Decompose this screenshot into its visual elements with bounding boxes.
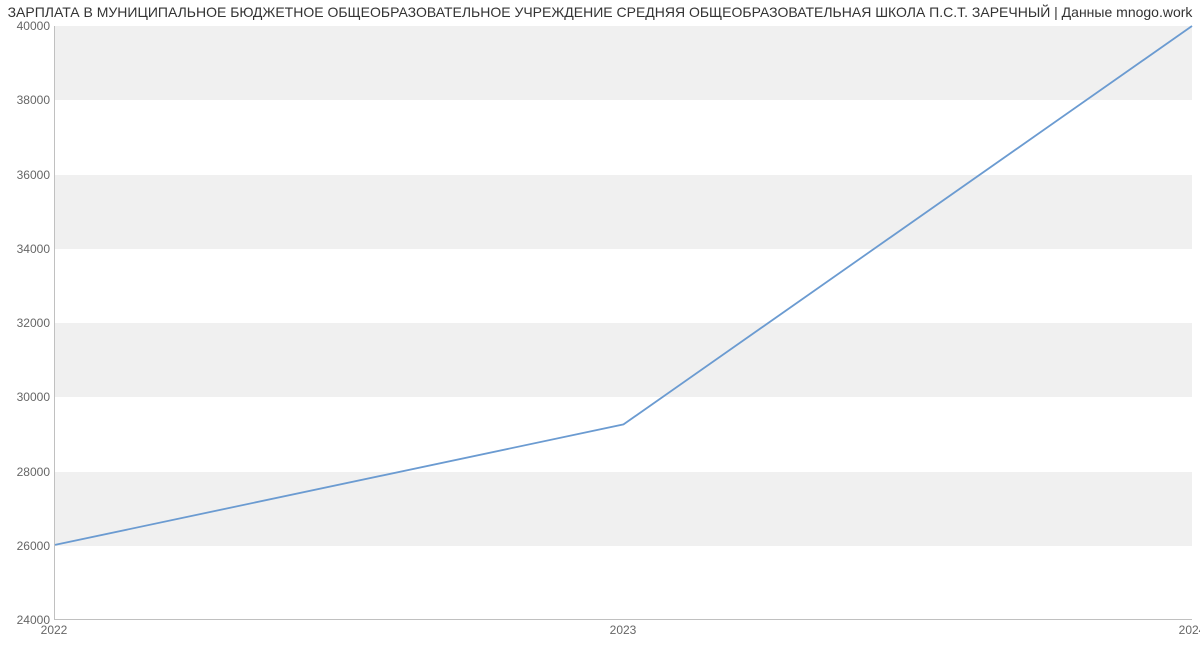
y-tick-label: 28000 — [6, 465, 50, 479]
y-tick-label: 30000 — [6, 390, 50, 404]
chart-title: ЗАРПЛАТА В МУНИЦИПАЛЬНОЕ БЮДЖЕТНОЕ ОБЩЕО… — [0, 4, 1200, 20]
x-tick-label: 2024 — [1179, 623, 1200, 637]
y-tick-label: 32000 — [6, 316, 50, 330]
line-layer — [55, 26, 1192, 619]
y-tick-label: 40000 — [6, 19, 50, 33]
y-tick-label: 38000 — [6, 93, 50, 107]
y-tick-label: 34000 — [6, 242, 50, 256]
plot-area — [54, 26, 1192, 620]
chart-container: ЗАРПЛАТА В МУНИЦИПАЛЬНОЕ БЮДЖЕТНОЕ ОБЩЕО… — [0, 0, 1200, 650]
x-tick-label: 2022 — [41, 623, 68, 637]
data-series-line — [55, 26, 1192, 545]
y-tick-label: 36000 — [6, 168, 50, 182]
y-tick-label: 26000 — [6, 539, 50, 553]
x-tick-label: 2023 — [610, 623, 637, 637]
